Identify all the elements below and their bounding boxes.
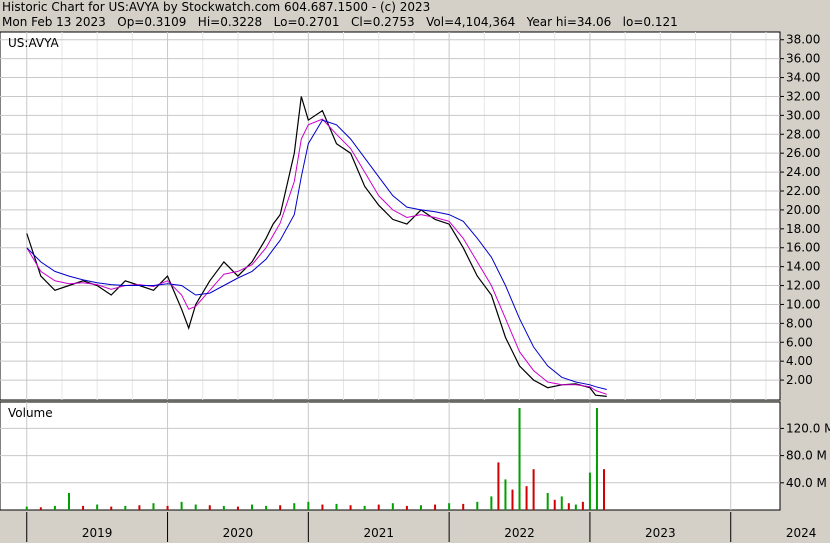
y-tick-label: 2.00	[786, 373, 813, 387]
volume-tick-label: 40.0 M	[786, 476, 827, 490]
volume-bar	[110, 506, 113, 510]
volume-bar	[574, 504, 577, 510]
x-tick-label: 2022	[504, 526, 535, 540]
volume-bar	[152, 503, 155, 510]
stock-chart: 2019 2020 2021 2022 2023 2024 2.00 4.00 6.00 8.00…	[0, 31, 830, 542]
y-tick-label: 8.00	[786, 316, 813, 330]
volume-bar	[504, 479, 507, 510]
volume-tick-label: 120.0 M	[786, 421, 830, 435]
volume-bar	[25, 506, 28, 510]
volume-bar	[208, 505, 211, 510]
volume-bar	[82, 505, 85, 510]
y-tick-label: 24.00	[786, 165, 820, 179]
volume-bar	[377, 504, 380, 510]
volume-bar	[462, 503, 465, 510]
volume-bar	[53, 505, 56, 510]
volume-bar	[497, 462, 500, 510]
volume-bar	[588, 472, 591, 510]
x-tick-label: 2019	[82, 526, 113, 540]
y-tick-label: 22.00	[786, 184, 820, 198]
volume-bar	[560, 496, 563, 510]
y-tick-label: 6.00	[786, 335, 813, 349]
volume-bar	[567, 503, 570, 510]
volume-bar	[166, 505, 169, 510]
volume-bar	[67, 493, 70, 510]
volume-bar	[553, 499, 556, 510]
price-panel-title: US:AVYA	[8, 36, 59, 50]
volume-bar	[349, 505, 352, 510]
y-tick-label: 16.00	[786, 241, 820, 255]
volume-bar	[434, 504, 437, 510]
volume-bar	[124, 505, 127, 510]
volume-bar	[419, 505, 422, 510]
volume-bar	[546, 493, 549, 510]
y-tick-label: 28.00	[786, 127, 820, 141]
volume-bar	[518, 408, 521, 510]
y-tick-label: 34.00	[786, 71, 820, 85]
volume-bar	[236, 506, 239, 510]
volume-bar	[603, 469, 606, 510]
volume-bar	[405, 505, 408, 510]
volume-bar	[293, 503, 296, 510]
y-tick-label: 10.00	[786, 297, 820, 311]
volume-bar	[511, 489, 514, 510]
y-tick-label: 14.00	[786, 260, 820, 274]
x-tick-label: 2020	[223, 526, 254, 540]
volume-bar	[279, 505, 282, 510]
volume-bar	[180, 501, 183, 510]
volume-panel-title: Volume	[8, 406, 53, 420]
y-tick-label: 26.00	[786, 146, 820, 160]
volume-bar	[448, 503, 451, 510]
volume-bar	[194, 504, 197, 510]
volume-bar	[222, 505, 225, 510]
y-tick-label: 38.00	[786, 33, 820, 47]
y-tick-label: 36.00	[786, 52, 820, 66]
y-tick-label: 30.00	[786, 108, 820, 122]
x-tick-label: 2024	[786, 526, 817, 540]
volume-bar	[321, 504, 324, 510]
volume-bar	[490, 496, 493, 510]
volume-bar	[391, 503, 394, 510]
y-tick-label: 18.00	[786, 222, 820, 236]
y-tick-label: 32.00	[786, 89, 820, 103]
volume-bar	[265, 505, 268, 510]
y-tick-label: 4.00	[786, 354, 813, 368]
volume-bar	[525, 486, 528, 510]
volume-bar	[363, 505, 366, 510]
y-tick-label: 20.00	[786, 203, 820, 217]
volume-bar	[96, 504, 99, 510]
volume-bar	[335, 503, 338, 510]
volume-bar	[476, 501, 479, 510]
volume-bar	[532, 469, 535, 510]
volume-bar	[307, 501, 310, 510]
volume-bar	[595, 408, 598, 510]
y-tick-label: 12.00	[786, 279, 820, 293]
volume-bar	[581, 501, 584, 510]
x-tick-label: 2021	[363, 526, 394, 540]
volume-tick-label: 80.0 M	[786, 449, 827, 463]
x-tick-label: 2023	[645, 526, 676, 540]
volume-bar	[138, 505, 141, 510]
volume-bar	[39, 507, 42, 510]
volume-bar	[251, 504, 254, 510]
